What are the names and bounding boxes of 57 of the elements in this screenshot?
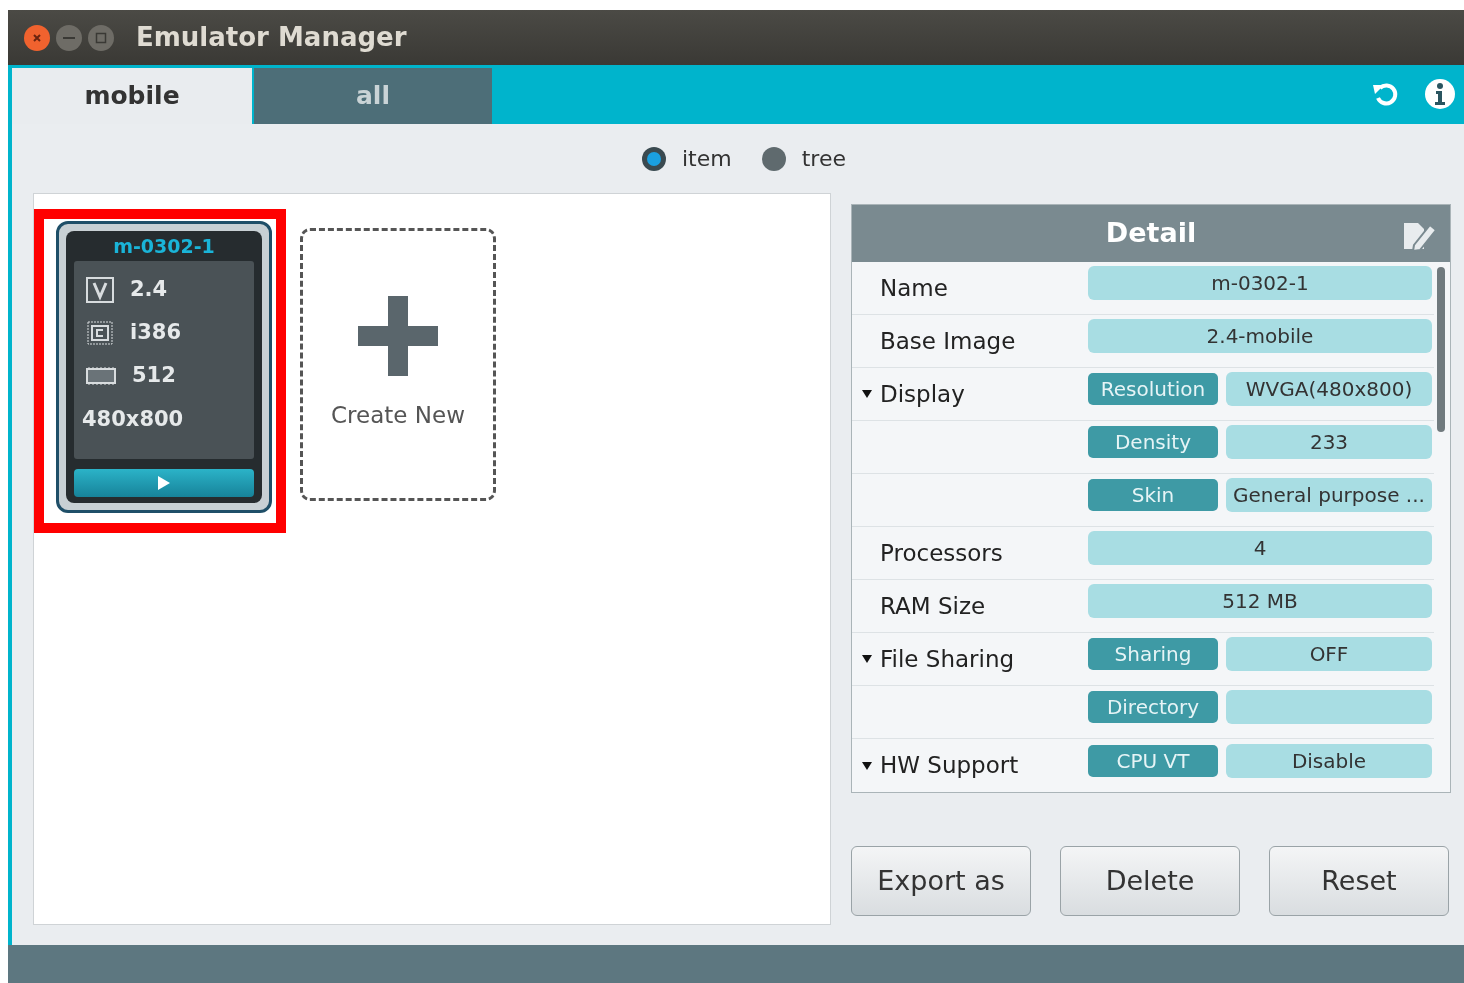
device-resolution: 480x800 <box>82 406 185 433</box>
action-button[interactable]: Export as <box>851 846 1031 916</box>
minimize-button[interactable] <box>56 24 82 51</box>
action-button[interactable]: Delete <box>1060 846 1240 916</box>
field-label: Processors <box>880 538 1003 568</box>
value-field: 2.4-mobile <box>1088 319 1432 353</box>
field-label: Base Image <box>880 326 1016 356</box>
device-name: m-0302-1 <box>112 234 216 259</box>
maximize-icon <box>95 31 107 44</box>
key-label: Density <box>1088 426 1218 458</box>
expand-triangle-icon[interactable] <box>861 654 873 664</box>
memory-icon <box>86 365 116 386</box>
key-label: Sharing <box>1088 638 1218 670</box>
create-new-card[interactable]: Create New <box>300 228 496 501</box>
value-field: m-0302-1 <box>1088 266 1432 300</box>
device-card[interactable]: m-0302-1 2.4 i386 512 480x800 <box>56 221 272 513</box>
radio-label: item <box>682 145 732 173</box>
field-label: HW Support <box>880 751 1019 781</box>
device-spec: 2.4 <box>130 275 168 303</box>
close-button[interactable] <box>24 24 50 51</box>
field-label: Display <box>880 379 965 409</box>
radio-label: tree <box>801 145 846 173</box>
scrollbar[interactable] <box>1437 267 1445 432</box>
value-field: WVGA(480x800) <box>1226 372 1432 406</box>
create-new-label: Create New <box>331 401 465 431</box>
tab[interactable]: all <box>254 68 492 124</box>
value-field: 4 <box>1088 531 1432 565</box>
key-label: Resolution <box>1088 373 1218 405</box>
expand-triangle-icon[interactable] <box>861 760 873 771</box>
play-icon <box>157 475 171 491</box>
tab[interactable]: mobile <box>12 68 252 124</box>
value-field: 512 MB <box>1088 584 1432 618</box>
close-icon <box>32 32 42 43</box>
action-button[interactable]: Reset <box>1269 846 1449 916</box>
maximize-button[interactable] <box>88 24 114 51</box>
version-icon <box>86 276 114 303</box>
field-label: Name <box>880 273 948 303</box>
radio-button[interactable] <box>761 146 786 171</box>
plus-icon <box>358 296 438 377</box>
key-label: CPU VT <box>1088 744 1218 777</box>
detail-title: Detail <box>1105 216 1197 251</box>
value-field: General purpose ... <box>1226 478 1432 512</box>
field-label: File Sharing <box>880 644 1015 674</box>
launch-button[interactable] <box>74 469 254 497</box>
radio-button[interactable] <box>642 146 666 171</box>
key-label: Directory <box>1088 691 1218 723</box>
window-title: Emulator Manager <box>136 21 407 54</box>
key-label: Skin <box>1088 479 1218 511</box>
field-label: RAM Size <box>880 591 986 621</box>
value-field: OFF <box>1226 637 1432 671</box>
value-field: 233 <box>1226 425 1432 459</box>
expand-triangle-icon[interactable] <box>861 389 873 399</box>
value-field: Disable <box>1226 743 1432 778</box>
info-icon[interactable] <box>1424 78 1456 110</box>
device-spec: 512 <box>132 361 176 389</box>
chip-icon <box>86 319 114 346</box>
device-spec: i386 <box>130 318 182 346</box>
